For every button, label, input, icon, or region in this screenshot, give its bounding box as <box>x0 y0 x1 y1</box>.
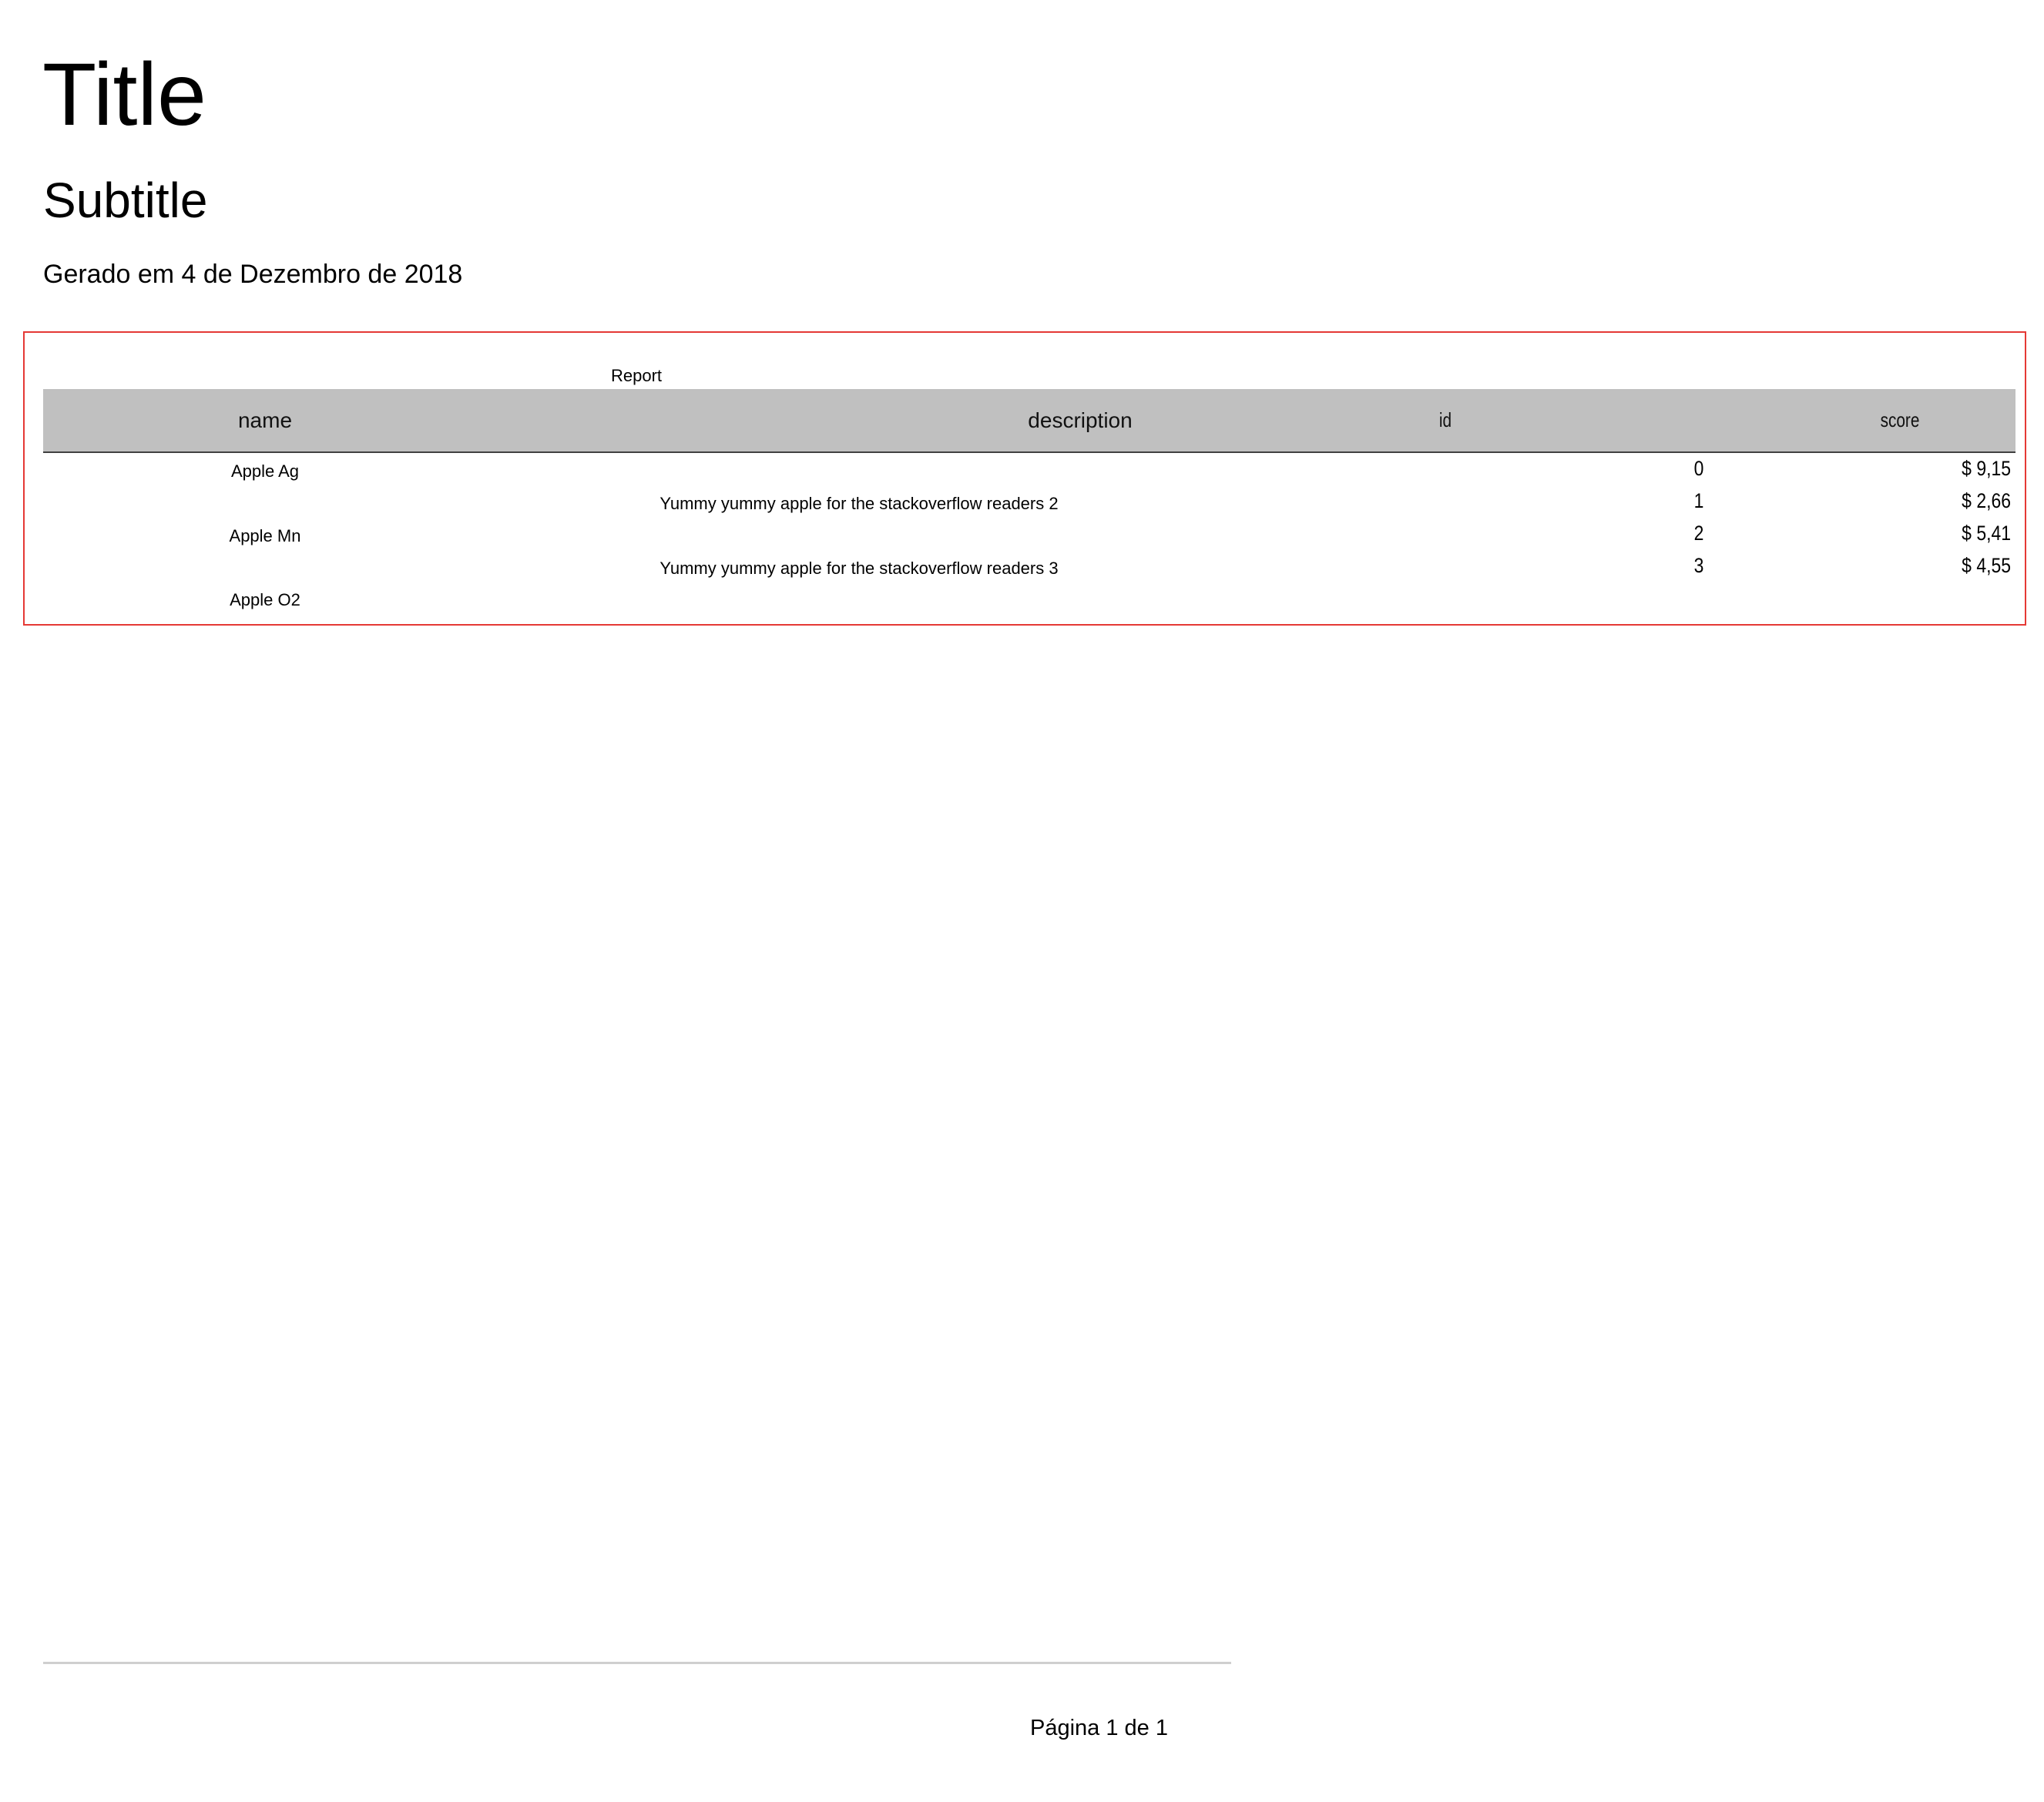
table-cell-id: 0 <box>1693 457 1704 480</box>
table-cell-id: 2 <box>1693 522 1704 545</box>
column-header-score: score <box>1880 408 1920 431</box>
footer-divider <box>43 1662 1231 1664</box>
page-title: Title <box>42 45 206 144</box>
table-header: name description id score <box>43 389 2015 453</box>
column-header-id: id <box>1438 408 1452 431</box>
table-cell-id: 1 <box>1693 489 1704 512</box>
table-cell-name: Apple Mn <box>229 526 301 545</box>
page-number: Página 1 de 1 <box>1030 1716 1168 1740</box>
report-label: Report <box>611 366 663 385</box>
column-header-name: name <box>237 408 293 432</box>
table-cell-score: $ 2,66 <box>1962 489 2011 512</box>
table-cell-score: $ 9,15 <box>1962 457 2011 480</box>
table-cell-score: $ 5,41 <box>1962 522 2011 545</box>
table-cell-id: 3 <box>1693 554 1704 577</box>
table-cell-name: Apple Ag <box>230 461 300 481</box>
generated-date: Gerado em 4 de Dezembro de 2018 <box>43 260 463 289</box>
table-cell-description: Yummy yummy apple for the stackoverflow … <box>660 494 1059 513</box>
table-cell-description: Yummy yummy apple for the stackoverflow … <box>660 559 1059 578</box>
page-subtitle: Subtitle <box>43 173 208 228</box>
table-cell-name: Apple O2 <box>230 590 300 609</box>
table-cell-score: $ 4,55 <box>1962 554 2011 577</box>
